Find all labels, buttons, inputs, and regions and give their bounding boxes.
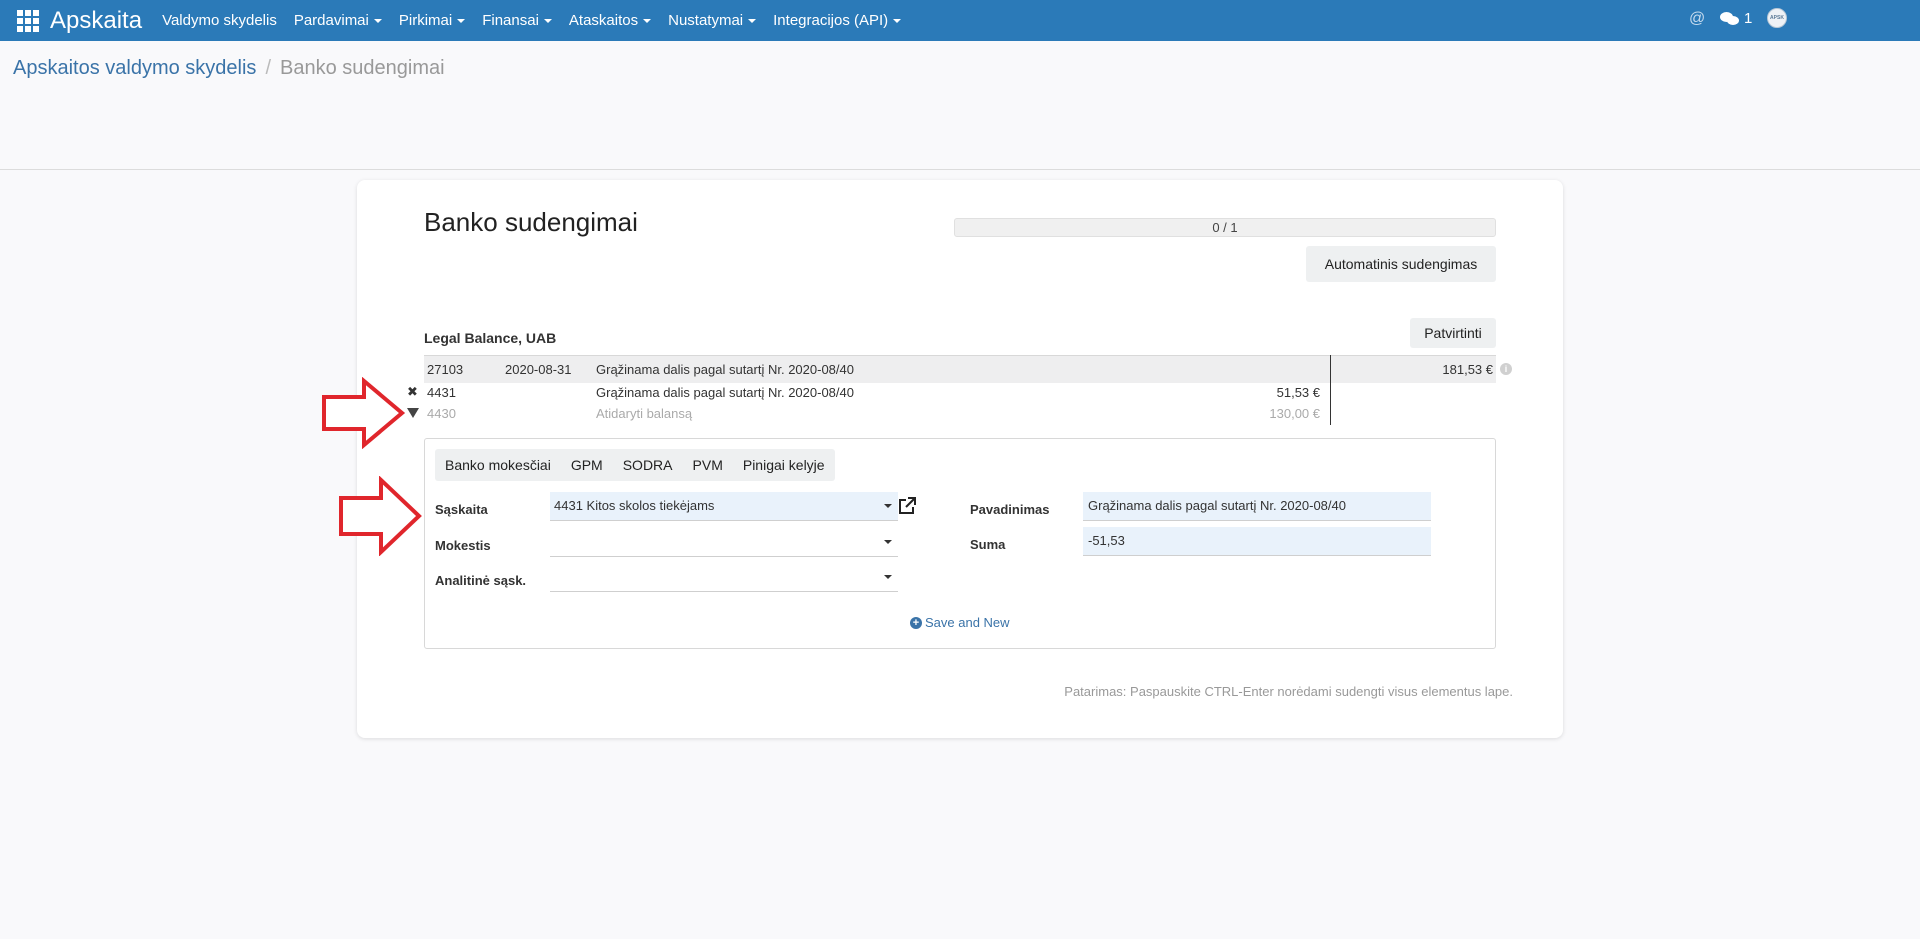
message-count: 1 bbox=[1744, 10, 1753, 27]
partner-name: Legal Balance, UAB bbox=[424, 330, 557, 346]
tab-sodra[interactable]: SODRA bbox=[613, 449, 683, 481]
tax-label: Mokestis bbox=[435, 538, 491, 553]
user-avatar[interactable]: APSK bbox=[1767, 8, 1787, 28]
main-menu: Valdymo skydelis Pardavimai Pirkimai Fin… bbox=[162, 12, 918, 29]
account-value: 4431 Kitos skolos tiekėjams bbox=[554, 498, 715, 513]
move-line-row[interactable]: 4430 Atidaryti balansą 130,00 € bbox=[424, 404, 1330, 424]
app-brand[interactable]: Apskaita bbox=[50, 7, 142, 35]
chevron-down-icon bbox=[884, 540, 892, 544]
remove-line-icon[interactable]: ✖ bbox=[407, 384, 418, 400]
transaction-amount: 181,53 € bbox=[1442, 362, 1493, 377]
keyboard-hint: Patarimas: Paspauskite CTRL-Enter norėda… bbox=[1064, 684, 1513, 699]
counterpart-form: Banko mokesčiai GPM SODRA PVM Pinigai ke… bbox=[424, 438, 1496, 649]
caret-down-icon bbox=[893, 18, 902, 23]
reconciliation-card: Banko sudengimai 0 / 1 Automatinis suden… bbox=[322, 180, 1563, 738]
annotation-arrow-icon bbox=[339, 476, 422, 556]
menu-nustatymai[interactable]: Nustatymai bbox=[668, 12, 757, 29]
transaction-date: 2020-08-31 bbox=[505, 362, 572, 377]
save-and-new-label: Save and New bbox=[925, 615, 1010, 630]
menu-finansai[interactable]: Finansai bbox=[482, 12, 552, 29]
menu-label: Valdymo skydelis bbox=[162, 12, 277, 29]
breadcrumb-separator: / bbox=[265, 57, 271, 79]
caret-down-icon bbox=[748, 18, 757, 23]
chevron-down-icon bbox=[884, 575, 892, 579]
line-account: 4430 bbox=[427, 406, 456, 421]
column-divider bbox=[1330, 355, 1331, 425]
caret-down-icon bbox=[373, 18, 382, 23]
tax-select[interactable] bbox=[550, 528, 898, 557]
menu-label: Pirkimai bbox=[398, 12, 453, 29]
amount-input[interactable]: -51,53 bbox=[1083, 527, 1431, 556]
breadcrumb-bar: Apskaitos valdymo skydelis / Banko suden… bbox=[0, 41, 1920, 170]
caret-down-icon bbox=[643, 18, 652, 23]
progress-bar: 0 / 1 bbox=[954, 218, 1496, 237]
analytic-account-label: Analitinė sąsk. bbox=[435, 573, 527, 588]
menu-label: Ataskaitos bbox=[568, 12, 639, 29]
tab-gpm[interactable]: GPM bbox=[561, 449, 613, 481]
annotation-arrow-icon bbox=[322, 377, 406, 449]
breadcrumb-parent-link[interactable]: Apskaitos valdymo skydelis bbox=[13, 57, 256, 80]
apps-grid-icon[interactable] bbox=[17, 9, 39, 32]
transaction-description: Grąžinama dalis pagal sutartį Nr. 2020-0… bbox=[596, 362, 854, 377]
menu-label: Finansai bbox=[482, 12, 539, 29]
chat-icon bbox=[1720, 11, 1740, 26]
name-input[interactable]: Grąžinama dalis pagal sutartį Nr. 2020-0… bbox=[1083, 492, 1431, 521]
info-icon[interactable]: i bbox=[1500, 363, 1512, 375]
plus-circle-icon: + bbox=[910, 616, 922, 629]
expand-triangle-icon[interactable] bbox=[407, 408, 419, 418]
breadcrumb-current: Banko sudengimai bbox=[280, 57, 445, 79]
menu-pirkimai[interactable]: Pirkimai bbox=[398, 12, 466, 29]
name-label: Pavadinimas bbox=[970, 502, 1050, 517]
at-mention-icon[interactable]: @ bbox=[1689, 10, 1705, 28]
menu-ataskaitos[interactable]: Ataskaitos bbox=[568, 12, 652, 29]
save-and-new-button[interactable]: + Save and New bbox=[910, 615, 1010, 630]
line-description: Atidaryti balansą bbox=[596, 406, 693, 421]
amount-label: Suma bbox=[970, 537, 1006, 552]
caret-down-icon bbox=[457, 18, 466, 23]
move-line-row[interactable]: 4431 Grąžinama dalis pagal sutartį Nr. 2… bbox=[424, 383, 1330, 403]
top-navbar: Apskaita Valdymo skydelis Pardavimai Pir… bbox=[0, 0, 1920, 41]
quick-tabs: Banko mokesčiai GPM SODRA PVM Pinigai ke… bbox=[435, 449, 835, 481]
line-amount: 51,53 € bbox=[1276, 385, 1320, 400]
menu-integracijos[interactable]: Integracijos (API) bbox=[773, 12, 902, 29]
bank-transaction-row[interactable]: 27103 2020-08-31 Grąžinama dalis pagal s… bbox=[424, 355, 1496, 383]
tab-banko-mokesciai[interactable]: Banko mokesčiai bbox=[435, 449, 561, 481]
confirm-button[interactable]: Patvirtinti bbox=[1410, 318, 1496, 348]
line-amount: 130,00 € bbox=[1269, 406, 1320, 421]
analytic-account-select[interactable] bbox=[550, 563, 898, 592]
menu-label: Integracijos (API) bbox=[773, 12, 889, 29]
menu-valdymo-skydelis[interactable]: Valdymo skydelis bbox=[162, 12, 277, 29]
line-account: 4431 bbox=[427, 385, 456, 400]
breadcrumb: Apskaitos valdymo skydelis / Banko suden… bbox=[13, 57, 445, 80]
transaction-ref: 27103 bbox=[427, 362, 464, 377]
menu-pardavimai[interactable]: Pardavimai bbox=[294, 12, 382, 29]
auto-reconcile-button[interactable]: Automatinis sudengimas bbox=[1306, 246, 1496, 282]
account-select[interactable]: 4431 Kitos skolos tiekėjams bbox=[550, 492, 898, 521]
menu-label: Nustatymai bbox=[668, 12, 744, 29]
external-link-icon[interactable] bbox=[897, 496, 917, 516]
tab-pvm[interactable]: PVM bbox=[683, 449, 733, 481]
messages-button[interactable]: 1 bbox=[1720, 10, 1752, 27]
chevron-down-icon bbox=[884, 504, 892, 508]
account-label: Sąskaita bbox=[435, 502, 488, 517]
caret-down-icon bbox=[543, 18, 552, 23]
page-title: Banko sudengimai bbox=[424, 207, 638, 237]
menu-label: Pardavimai bbox=[293, 12, 369, 29]
line-description: Grąžinama dalis pagal sutartį Nr. 2020-0… bbox=[596, 385, 854, 400]
tab-pinigai-kelyje[interactable]: Pinigai kelyje bbox=[733, 449, 835, 481]
